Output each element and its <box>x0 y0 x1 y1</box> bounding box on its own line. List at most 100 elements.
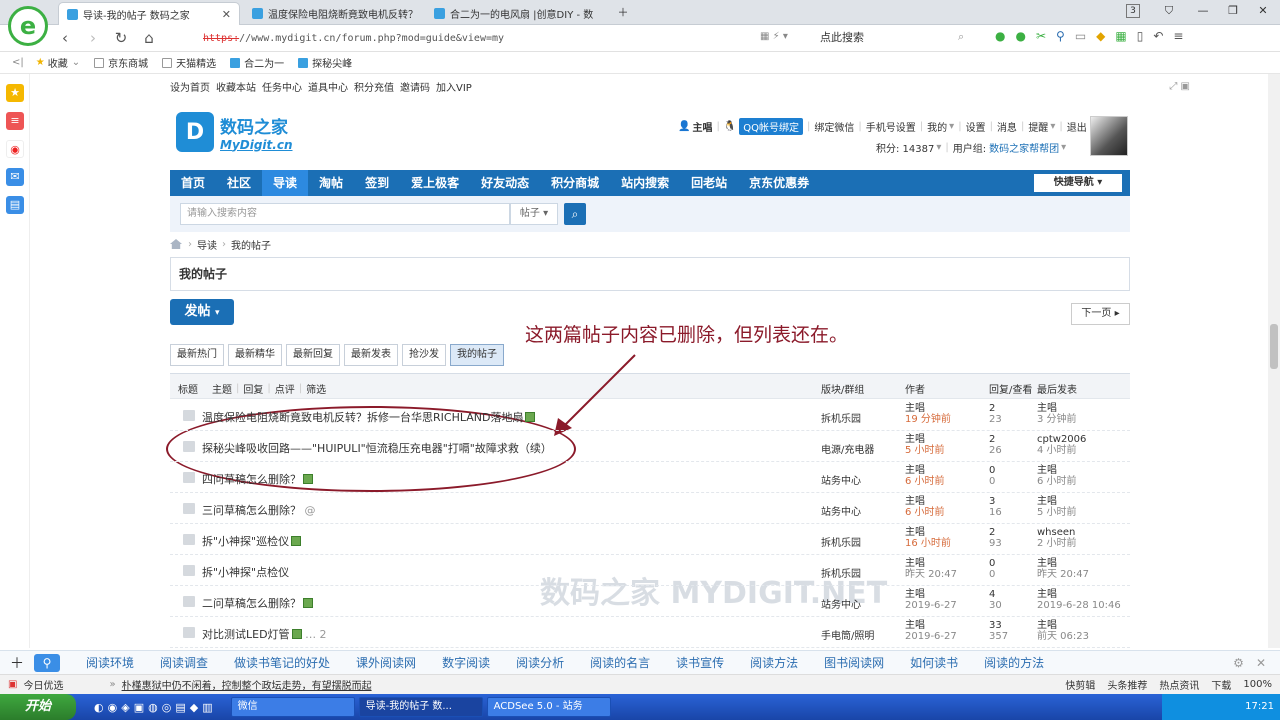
toplink[interactable]: 邀请码 <box>400 79 430 94</box>
bookmark-item[interactable]: 天猫精选 <box>162 55 216 70</box>
post-extra[interactable]: @ <box>305 504 316 517</box>
app-icon[interactable]: ◐ <box>94 701 104 714</box>
back-icon[interactable]: ‹ <box>54 27 76 49</box>
last-author[interactable]: cptw2006 <box>1037 434 1086 445</box>
post-author[interactable]: 主唱 <box>905 527 925 538</box>
tab-count-badge[interactable]: 3 <box>1126 4 1140 18</box>
bind-wechat-link[interactable]: 绑定微信 <box>814 119 854 134</box>
last-author[interactable]: 主唱 <box>1037 620 1057 631</box>
post-forum[interactable]: 拆机乐园 <box>821 410 861 425</box>
post-title[interactable]: 二问草稿怎么删除？ <box>202 595 313 611</box>
post-title[interactable]: 温度保险电阻烧断竟致电机反转？拆修一台华思RICHLAND落地扇 <box>202 409 536 425</box>
nav-jd-coupons[interactable]: 京东优惠券 <box>738 170 820 196</box>
app-icon[interactable]: ◆ <box>190 701 198 714</box>
search-icon[interactable]: ⚲ <box>34 653 60 672</box>
ad-link[interactable]: 阅读的名言 <box>590 654 650 671</box>
app-icon[interactable]: ▣ <box>134 701 144 714</box>
download-link[interactable]: 下载 <box>1211 677 1231 692</box>
bookmark-item[interactable]: 探秘尖峰 <box>298 55 352 70</box>
post-title[interactable]: 四问草稿怎么删除？ <box>202 471 313 487</box>
task-browser[interactable]: 导读-我的帖子 数... <box>358 697 483 717</box>
nav-mall[interactable]: 积分商城 <box>540 170 610 196</box>
new-tab-icon[interactable]: ＋ <box>614 4 632 20</box>
document-icon[interactable]: ▤ <box>6 196 24 214</box>
avatar[interactable] <box>1090 116 1128 156</box>
sub-filter-filter[interactable]: 筛选 <box>306 381 326 396</box>
reload-icon[interactable]: ↻ <box>110 27 132 49</box>
post-author[interactable]: 主唱 <box>905 589 925 600</box>
post-forum[interactable]: 站务中心 <box>821 596 861 611</box>
post-forum[interactable]: 站务中心 <box>821 472 861 487</box>
post-author[interactable]: 主唱 <box>905 403 925 414</box>
star-icon[interactable]: ★ <box>6 84 24 102</box>
search-button[interactable]: ⌕ <box>564 203 586 225</box>
ad-link[interactable]: 读书宣传 <box>676 654 724 671</box>
translate-icon[interactable]: ● <box>1015 29 1025 43</box>
notes-icon[interactable]: ≡ <box>6 112 24 130</box>
shirt-icon[interactable]: ⛉ <box>1160 4 1178 20</box>
site-logo[interactable]: D 数码之家 MyDigit.cn <box>176 112 293 152</box>
nav-checkin[interactable]: 签到 <box>354 170 400 196</box>
app-icon[interactable]: ◎ <box>162 701 172 714</box>
filter-my-posts[interactable]: 我的帖子 <box>450 344 504 366</box>
browser-logo-icon[interactable]: e <box>8 6 48 46</box>
url-field[interactable]: https://www.mydigit.cn/forum.php?mod=gui… <box>185 29 745 48</box>
ad-link[interactable]: 阅读分析 <box>516 654 564 671</box>
ad-link[interactable]: 阅读方法 <box>750 654 798 671</box>
scissors-icon[interactable]: ✂ <box>1036 29 1046 43</box>
news-headline[interactable]: 朴槿惠狱中仍不闲着，控制整个政坛走势，有望摆脱而起 <box>122 677 372 692</box>
bookmark-item[interactable]: 合二为一 <box>230 55 284 70</box>
scrollbar-thumb[interactable] <box>1270 324 1278 369</box>
score-menu[interactable]: 积分: 14387 <box>876 140 934 155</box>
nav-collections[interactable]: 淘帖 <box>308 170 354 196</box>
hot-news-link[interactable]: 热点资讯 <box>1159 677 1199 692</box>
nav-guide[interactable]: 导读 <box>262 170 309 196</box>
next-page-button[interactable]: 下一页 ▸ <box>1071 303 1130 325</box>
qq-bind-button[interactable]: QQ帐号绑定 <box>739 118 804 135</box>
post-forum[interactable]: 电源/充电器 <box>821 441 874 456</box>
extension-icon[interactable]: ● <box>995 29 1005 43</box>
nav-search[interactable]: 站内搜索 <box>610 170 680 196</box>
tab-3[interactable]: 合二为一的电风扇 |创意DIY - 数 <box>426 2 604 25</box>
post-author[interactable]: 主唱 <box>905 434 925 445</box>
nav-home[interactable]: 首页 <box>170 170 216 196</box>
last-author[interactable]: whseen <box>1037 527 1075 538</box>
messages-link[interactable]: 消息 <box>997 119 1017 134</box>
post-title[interactable]: 对比测试LED灯管 … 2 <box>202 626 327 642</box>
bookmark-favorites[interactable]: ★ 收藏 ⌄ <box>36 55 80 70</box>
filter-new-post[interactable]: 最新发表 <box>344 344 398 366</box>
app-icon[interactable]: ▥ <box>202 701 212 714</box>
restore-icon[interactable]: ❐ <box>1224 4 1242 20</box>
magnifier-icon[interactable]: ⚲ <box>1056 29 1065 43</box>
sub-filter-topic[interactable]: 主题 <box>212 381 232 396</box>
toplink[interactable]: 道具中心 <box>308 79 348 94</box>
app-icon[interactable]: ◉ <box>108 701 118 714</box>
post-forum[interactable]: 手电筒/照明 <box>821 627 874 642</box>
clock[interactable]: 17:21 <box>1245 701 1274 712</box>
filter-hot[interactable]: 最新热门 <box>170 344 224 366</box>
nav-community[interactable]: 社区 <box>216 170 262 196</box>
nav-geek[interactable]: 爱上极客 <box>400 170 470 196</box>
post-title[interactable]: 探秘尖峰吸收回路——"HUIPULI"恒流稳压充电器"打嗝"故障求救（续） <box>202 440 552 456</box>
nav-old-site[interactable]: 回老站 <box>680 170 738 196</box>
shield-icon[interactable]: ◆ <box>1096 29 1105 43</box>
task-acdsee[interactable]: ACDSee 5.0 - 站务 <box>486 697 611 717</box>
ad-link[interactable]: 阅读的方法 <box>984 654 1044 671</box>
close-icon[interactable]: ✕ <box>216 8 231 21</box>
toplink[interactable]: 收藏本站 <box>216 79 256 94</box>
app-icon[interactable]: ◈ <box>121 701 129 714</box>
quick-nav-button[interactable]: 快捷导航 ▾ <box>1034 174 1122 192</box>
toplink[interactable]: 任务中心 <box>262 79 302 94</box>
forward-icon[interactable]: › <box>82 27 104 49</box>
app-icon[interactable]: ▤ <box>175 701 185 714</box>
sub-filter-comment[interactable]: 点评 <box>275 381 295 396</box>
breadcrumb-guide[interactable]: 导读 <box>197 237 217 252</box>
notice-link[interactable]: 提醒 <box>1028 119 1048 134</box>
news-label[interactable]: 今日优选 <box>23 677 63 692</box>
zoom-level[interactable]: 100% <box>1243 679 1272 690</box>
browser-search-input[interactable]: 点此搜索 <box>820 29 980 48</box>
app-icon[interactable]: ◍ <box>148 701 158 714</box>
settings-icon[interactable]: ⚙ <box>1233 656 1244 670</box>
search-icon[interactable]: ⌕ <box>958 30 964 44</box>
post-title[interactable]: 三问草稿怎么删除？ @ <box>202 502 316 518</box>
